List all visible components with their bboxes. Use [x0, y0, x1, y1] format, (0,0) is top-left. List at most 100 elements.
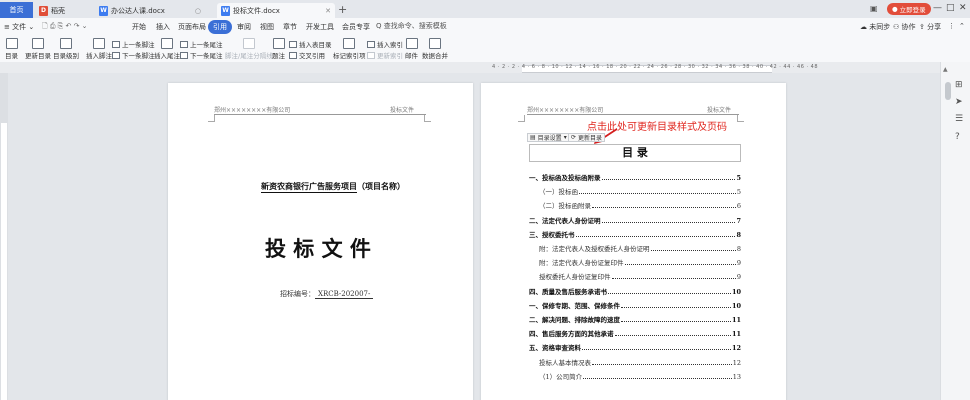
page-header-title: 投标文件 — [707, 107, 732, 114]
next-endnote-icon — [180, 51, 188, 59]
toc-entry[interactable]: 二、法定代表人身份证明 7 — [529, 216, 741, 225]
tab-close-icon[interactable]: ○ — [195, 7, 201, 15]
toc-entry-text: 授权委托人身份证复印件 — [539, 273, 611, 282]
insert-endnote-button[interactable]: 插入尾注 — [154, 38, 180, 60]
tab-home-label: 首页 — [9, 6, 24, 14]
mail-button[interactable]: 邮件 — [405, 38, 418, 60]
menu-page-layout[interactable]: 页面布局 — [178, 22, 206, 32]
toc-entry[interactable]: 二、解决问题、排除故障的速度 11 — [529, 315, 741, 324]
next-endnote-button[interactable]: 下一条尾注 — [180, 50, 223, 60]
footnote-icon — [93, 38, 105, 49]
toc-entry[interactable]: 附：法定代表人及授权委托人身份证明 8 — [529, 244, 741, 253]
update-toc-button[interactable]: 更新目录 — [25, 38, 51, 60]
prev-endnote-button[interactable]: 上一条尾注 — [180, 39, 223, 49]
quick-access-icons[interactable]: 🗋 ⎙ ⎘ ↶ ↷ ⌄ — [42, 22, 88, 33]
header-rule — [527, 114, 739, 115]
toc-entry[interactable]: （1）公司简介 13 — [529, 372, 741, 381]
login-label: 立即登录 — [899, 6, 926, 14]
bid-number-value: XRCB-202007- — [315, 290, 374, 299]
toc-entry-page: 8 — [736, 245, 741, 253]
toc-entry[interactable]: （一）投标函 5 — [529, 187, 741, 196]
toc-entry[interactable]: 五、资格审查资料 12 — [529, 343, 741, 352]
pointer-icon[interactable]: ➤ — [955, 97, 963, 107]
window-layout-icon[interactable]: ▣ — [870, 4, 878, 13]
share-label: 分享 — [927, 23, 942, 31]
document-canvas[interactable]: 郑州××××××××有限公司 投标文件 新资农商银行广告服务项目（项目名称） 投… — [8, 73, 940, 400]
menu-member[interactable]: 会员专享 — [342, 22, 370, 32]
toc-entry-page: 8 — [736, 230, 741, 239]
tab-home[interactable]: 首页 — [0, 2, 33, 18]
insert-table-of-figures-button[interactable]: 插入表目录 — [289, 39, 332, 49]
menu-start[interactable]: 开始 — [132, 22, 146, 32]
toc-entry-text: 附：法定代表人身份证复印件 — [539, 259, 624, 268]
toc-entry-page: 5 — [736, 188, 741, 197]
vertical-ruler[interactable] — [0, 73, 8, 400]
toc-entry[interactable]: 四、售后服务方面的其他承诺 11 — [529, 329, 741, 338]
toc-leader-dots — [592, 363, 732, 365]
toc-button[interactable]: 目录 — [5, 38, 18, 60]
caption-button[interactable]: 题注 — [272, 38, 285, 60]
more-icon[interactable]: ⋮ — [948, 22, 955, 30]
minimize-icon[interactable]: — — [933, 3, 942, 13]
scroll-up-icon[interactable]: ▲ — [943, 66, 948, 73]
separator-icon — [242, 38, 255, 49]
collab-button[interactable]: ⚇ 协作 — [893, 22, 916, 32]
data-merge-button[interactable]: 数据合并 — [422, 38, 448, 60]
note-separator-button[interactable]: 脚注/尾注分隔线 — [225, 38, 273, 60]
toc-entry[interactable]: 三、授权委托书 8 — [529, 230, 741, 239]
horizontal-ruler[interactable]: 4 · 2 · 2 · 4 · 6 · 8 · 10 · 12 · 14 · 1… — [0, 62, 940, 73]
vertical-scrollbar-thumb[interactable] — [945, 82, 951, 100]
margin-corner — [737, 115, 744, 122]
menu-view[interactable]: 视图 — [260, 22, 274, 32]
tab-daoke[interactable]: D 稻壳 — [35, 3, 93, 18]
document-page-1[interactable]: 郑州××××××××有限公司 投标文件 新资农商银行广告服务项目（项目名称） 投… — [168, 83, 473, 400]
menu-review[interactable]: 审阅 — [237, 22, 251, 32]
update-index-button[interactable]: 更新索引 — [367, 50, 403, 60]
toc-entry[interactable]: 四、质量及售后服务承诺书 10 — [529, 287, 741, 296]
toc-entry[interactable]: （二）投标函附录 6 — [529, 201, 741, 210]
toc-update-button[interactable]: ⟳ 更新目录 — [568, 133, 606, 142]
toc-entry-page: 12 — [731, 344, 741, 353]
toc-entry[interactable]: 附：法定代表人身份证复印件 9 — [529, 258, 741, 267]
command-search[interactable]: Q 查找命令、搜索模板 — [376, 21, 447, 31]
toc-settings-icon: ▤ — [530, 134, 536, 141]
menu-insert[interactable]: 插入 — [156, 22, 170, 32]
cross-reference-button[interactable]: 交叉引用 — [289, 50, 325, 60]
toc-entry[interactable]: 投标人基本情况表 12 — [529, 358, 741, 367]
select-object-icon[interactable]: ⊞ — [955, 80, 963, 90]
sync-status[interactable]: ☁ 未同步 — [860, 22, 890, 32]
tab-document-bid[interactable]: W 投标文件.docx ✕ — [217, 3, 335, 18]
next-endnote-label: 下一条尾注 — [190, 52, 223, 60]
toc-level-button[interactable]: 目录级别 — [53, 38, 79, 60]
maximize-icon[interactable]: □ — [946, 3, 955, 13]
mark-index-button[interactable]: 标记索引项 — [333, 38, 366, 60]
insert-footnote-button[interactable]: 插入脚注 — [86, 38, 112, 60]
tab-document-office[interactable]: W 办公达人课.docx ○ — [95, 3, 205, 18]
share-button[interactable]: ⇪ 分享 — [919, 22, 941, 32]
tab-close-icon[interactable]: ✕ — [325, 7, 331, 15]
menu-bar: ≡ 文件 ⌄ 🗋 ⎙ ⎘ ↶ ↷ ⌄ 开始 插入 页面布局 引用 审阅 视图 章… — [0, 18, 970, 37]
document-page-2[interactable]: 郑州××××××××有限公司 投标文件 点击此处可更新目录样式及页码 ▤ 目录设置… — [481, 83, 786, 400]
properties-icon[interactable]: ☰ — [955, 114, 963, 124]
menu-references[interactable]: 引用 — [208, 20, 232, 34]
collapse-ribbon-icon[interactable]: ⌃ — [959, 22, 965, 30]
toc-entry[interactable]: 一、投标函及投标函附录 5 — [529, 173, 741, 182]
close-icon[interactable]: ✕ — [959, 3, 967, 13]
toc-settings-button[interactable]: ▤ 目录设置 ▾ — [527, 133, 570, 142]
ruler-numbers: 4 · 2 · 2 · 4 · 6 · 8 · 10 · 12 · 14 · 1… — [492, 64, 819, 70]
login-button[interactable]: ● 立即登录 — [887, 3, 931, 15]
toc-entry-text: 二、法定代表人身份证明 — [529, 216, 601, 225]
insert-index-button[interactable]: 插入索引 — [367, 39, 403, 49]
toc-entry[interactable]: 一、保修专期、范围、保修条件 10 — [529, 301, 741, 310]
help-icon[interactable]: ? — [955, 132, 960, 142]
toc-entry[interactable]: 授权委托人身份证复印件 9 — [529, 272, 741, 281]
menu-developer[interactable]: 开发工具 — [306, 22, 334, 32]
project-name: 新资农商银行广告服务项目 — [261, 181, 357, 193]
new-tab-icon[interactable]: + — [338, 3, 347, 16]
menu-sections[interactable]: 章节 — [283, 22, 297, 32]
next-footnote-button[interactable]: 下一条脚注 — [112, 50, 155, 60]
file-menu[interactable]: ≡ 文件 ⌄ — [4, 22, 34, 32]
toc-leader-dots — [592, 207, 736, 209]
margin-corner — [518, 115, 525, 122]
prev-footnote-button[interactable]: 上一条脚注 — [112, 39, 155, 49]
